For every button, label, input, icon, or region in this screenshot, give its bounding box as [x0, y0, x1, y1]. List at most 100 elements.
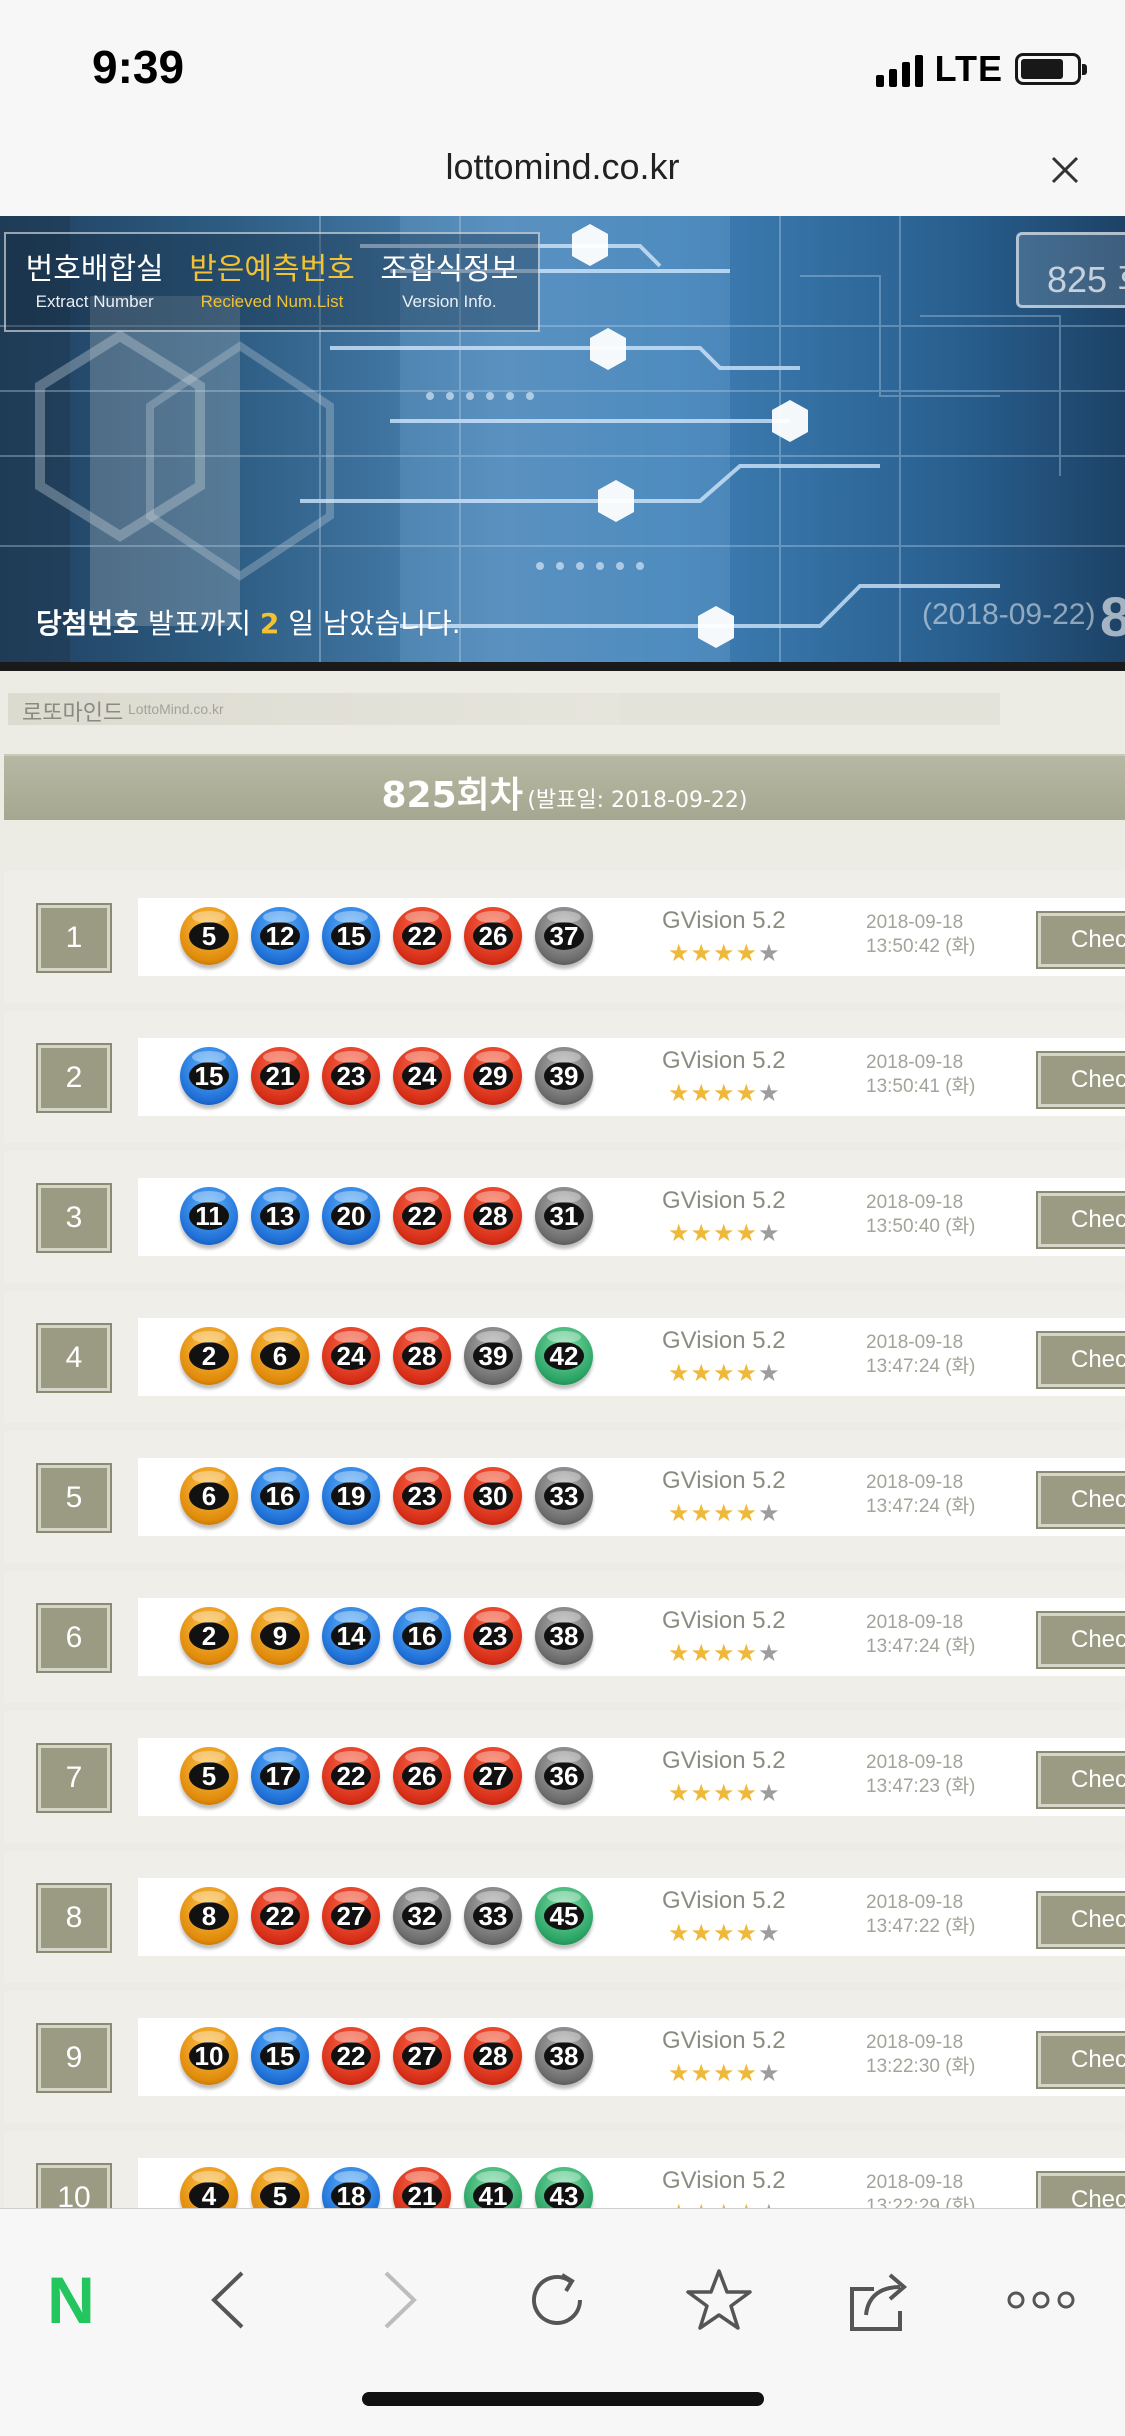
lotto-ball-number: 24 [402, 1061, 442, 1091]
check-button[interactable]: Check [1036, 1191, 1125, 1249]
more-icon[interactable] [1006, 2265, 1076, 2335]
received-datetime: 2018-09-18 13:47:24 (화) [866, 1611, 975, 1659]
lotto-ball: 17 [251, 1747, 309, 1805]
received-date: 2018-09-18 [866, 1052, 964, 1073]
check-button[interactable]: Check [1036, 2031, 1125, 2089]
bookmark-star-icon[interactable] [684, 2265, 754, 2335]
lotto-ball: 22 [322, 1747, 380, 1805]
lotto-ball: 20 [322, 1187, 380, 1245]
lotto-ball: 5 [180, 1747, 238, 1805]
lotto-ball-number: 32 [402, 1901, 442, 1931]
home-indicator[interactable] [362, 2392, 764, 2406]
check-button[interactable]: Check [1036, 1611, 1125, 1669]
lotto-ball-number: 22 [402, 921, 442, 951]
star-icon: ★ [690, 1779, 713, 1807]
star-icon: ★ [713, 1499, 735, 1527]
lotto-ball-number: 22 [331, 2041, 371, 2071]
tab-extract-number[interactable]: 번호배합실 Extract Number [6, 234, 183, 330]
lotto-ball-number: 23 [402, 1481, 442, 1511]
lotto-ball-number: 6 [260, 1341, 300, 1371]
back-icon[interactable] [196, 2265, 266, 2335]
check-button[interactable]: Check [1036, 1331, 1125, 1389]
notice-prefix: 당첨번호 [36, 607, 140, 640]
rating-stars: ★★★★★ [668, 941, 780, 965]
tab-received-num-list[interactable]: 받은예측번호 Recieved Num.List [183, 234, 360, 330]
check-button[interactable]: Check [1036, 2171, 1125, 2208]
star-icon: ★ [735, 1219, 758, 1247]
star-icon: ★ [668, 1919, 690, 1947]
url-text[interactable]: lottomind.co.kr [0, 146, 1125, 188]
share-icon[interactable] [844, 2265, 914, 2335]
received-date: 2018-09-18 [866, 2172, 964, 2193]
lotto-ball-number: 12 [260, 921, 300, 951]
row-index: 4 [36, 1323, 112, 1393]
lotto-ball: 18 [322, 2167, 380, 2208]
star-icon: ★ [668, 939, 690, 967]
lotto-ball-number: 21 [402, 2181, 442, 2208]
star-icon: ★ [668, 1499, 690, 1527]
status-time: 9:39 [92, 41, 185, 93]
round-badge-text: 825 회 [1047, 259, 1125, 300]
lotto-ball-number: 31 [544, 1201, 584, 1231]
received-time: 13:47:24 (화) [866, 1356, 976, 1377]
received-date: 2018-09-18 [866, 1472, 964, 1493]
lotto-ball: 5 [180, 907, 238, 965]
star-icon: ★ [735, 1919, 758, 1947]
received-date: 2018-09-18 [866, 1192, 964, 1213]
lotto-ball: 32 [393, 1887, 451, 1945]
star-icon: ★ [735, 1779, 758, 1807]
engine-version: GVision 5.2 [662, 2167, 786, 2194]
star-icon: ★ [690, 1919, 713, 1947]
rating-stars: ★★★★★ [668, 1921, 780, 1945]
check-button[interactable]: Check [1036, 1751, 1125, 1809]
lotto-ball: 23 [393, 1467, 451, 1525]
star-icon: ★ [713, 1359, 735, 1387]
lotto-ball-number: 14 [331, 1621, 371, 1651]
lotto-ball-number: 28 [473, 2041, 513, 2071]
tab-version-info[interactable]: 조합식정보 Version Info. [361, 234, 538, 330]
star-icon: ★ [735, 1639, 758, 1667]
rating-stars: ★★★★★ [668, 1641, 780, 1665]
star-icon: ★ [713, 939, 735, 967]
row-index: 3 [36, 1183, 112, 1253]
received-time: 13:47:24 (화) [866, 1636, 976, 1657]
star-half-icon: ★ [758, 2201, 780, 2208]
lotto-ball: 8 [180, 1887, 238, 1945]
lotto-ball: 42 [535, 1327, 593, 1385]
star-icon: ★ [690, 1079, 713, 1107]
received-datetime: 2018-09-18 13:47:23 (화) [866, 1751, 975, 1799]
lotto-ball: 21 [251, 1047, 309, 1105]
ball-set: 2 9 14 16 23 38 [180, 1607, 593, 1665]
lotto-ball: 27 [464, 1747, 522, 1805]
lotto-ball-number: 28 [402, 1341, 442, 1371]
check-button[interactable]: Check [1036, 1051, 1125, 1109]
star-icon: ★ [690, 939, 713, 967]
naver-home-icon[interactable]: N [36, 2265, 106, 2335]
received-time: 13:47:22 (화) [866, 1916, 976, 1937]
lotto-ball: 16 [393, 1607, 451, 1665]
address-bar[interactable]: lottomind.co.kr [0, 132, 1125, 216]
ball-set: 5 17 22 26 27 36 [180, 1747, 593, 1805]
reload-icon[interactable] [522, 2265, 592, 2335]
lotto-ball-number: 36 [544, 1761, 584, 1791]
check-button[interactable]: Check [1036, 1471, 1125, 1529]
lotto-ball: 15 [251, 2027, 309, 2085]
check-button[interactable]: Check [1036, 1891, 1125, 1949]
lotto-ball: 27 [322, 1887, 380, 1945]
close-icon[interactable] [1045, 150, 1085, 190]
engine-version: GVision 5.2 [662, 1467, 786, 1494]
ball-set: 15 21 23 24 29 39 [180, 1047, 593, 1105]
cellular-signal-icon [875, 51, 923, 87]
round-number: 825회차 [381, 775, 523, 816]
lotto-ball: 45 [535, 1887, 593, 1945]
ball-set: 11 13 20 22 28 31 [180, 1187, 593, 1245]
check-button[interactable]: Check [1036, 911, 1125, 969]
engine-version: GVision 5.2 [662, 1607, 786, 1634]
ball-set: 10 15 22 27 28 38 [180, 2027, 593, 2085]
rating-stars: ★★★★★ [668, 1501, 780, 1525]
received-date: 2018-09-18 [866, 1752, 964, 1773]
forward-icon[interactable] [362, 2265, 432, 2335]
lotto-ball: 22 [393, 1187, 451, 1245]
lotto-ball: 10 [180, 2027, 238, 2085]
lotto-ball-number: 30 [473, 1481, 513, 1511]
